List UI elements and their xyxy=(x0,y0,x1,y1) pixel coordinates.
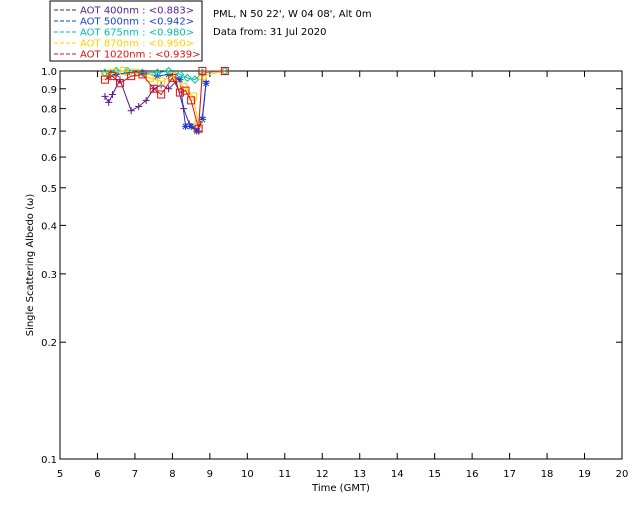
x-tick-label: 7 xyxy=(132,469,138,480)
legend-entry: AOT 675nm : <0.980> xyxy=(80,28,194,39)
y-tick-label: 0.6 xyxy=(41,153,57,164)
data-point xyxy=(176,76,184,84)
x-tick-label: 18 xyxy=(541,469,554,480)
x-tick-label: 9 xyxy=(207,469,213,480)
y-tick-label: 0.2 xyxy=(41,338,57,349)
x-tick-label: 19 xyxy=(578,469,591,480)
x-tick-label: 13 xyxy=(353,469,366,480)
data-point xyxy=(105,98,113,106)
y-tick-label: 1.0 xyxy=(41,67,57,78)
x-tick-label: 10 xyxy=(241,469,254,480)
x-tick-label: 6 xyxy=(94,469,100,480)
y-tick-label: 0.9 xyxy=(41,85,57,96)
data-point xyxy=(101,92,109,100)
y-tick-label: 0.8 xyxy=(41,105,57,116)
y-tick-label: 0.4 xyxy=(41,221,57,232)
series-layer xyxy=(100,66,230,135)
y-tick-label: 0.5 xyxy=(41,184,57,195)
albedo-chart: AOT 400nm : <0.883>AOT 500nm : <0.942>AO… xyxy=(25,0,629,494)
x-tick-label: 12 xyxy=(316,469,329,480)
x-tick-label: 15 xyxy=(428,469,441,480)
y-tick-label: 0.1 xyxy=(41,455,57,466)
legend-entry: AOT 500nm : <0.942> xyxy=(80,17,194,28)
x-tick-label: 11 xyxy=(278,469,291,480)
x-axis-label: Time (GMT) xyxy=(311,483,370,494)
x-tick-label: 16 xyxy=(466,469,479,480)
x-axis: 5 6 7 8 9 10 11 12 13 14 15 16 17 18 19 20 xyxy=(57,71,629,480)
x-tick-label: 5 xyxy=(57,469,63,480)
location-text: PML, N 50 22', W 04 08', Alt 0m xyxy=(213,9,372,20)
x-tick-label: 20 xyxy=(616,469,629,480)
plot-frame xyxy=(59,70,623,460)
legend-entry: AOT 1020nm : <0.939> xyxy=(80,50,200,61)
y-tick-label: 0.3 xyxy=(41,270,57,281)
x-tick-label: 8 xyxy=(169,469,175,480)
legend-entry: AOT 400nm : <0.883> xyxy=(80,6,194,17)
data-point xyxy=(202,79,210,87)
data-point xyxy=(108,90,116,98)
x-tick-label: 17 xyxy=(503,469,516,480)
y-axis: 1.0 0.9 0.8 0.7 0.6 0.5 0.4 0.3 0.2 0.1 xyxy=(41,67,622,466)
series-group xyxy=(100,67,229,133)
y-tick-label: 0.7 xyxy=(41,127,57,138)
data-point xyxy=(127,107,135,115)
data-point xyxy=(187,122,195,130)
date-text: Data from: 31 Jul 2020 xyxy=(213,27,326,38)
x-tick-label: 14 xyxy=(391,469,404,480)
data-point xyxy=(193,127,201,135)
legend-entry: AOT 870nm : <0.950> xyxy=(80,39,194,50)
y-axis-label: Single Scattering Albedo (ω) xyxy=(25,194,36,337)
